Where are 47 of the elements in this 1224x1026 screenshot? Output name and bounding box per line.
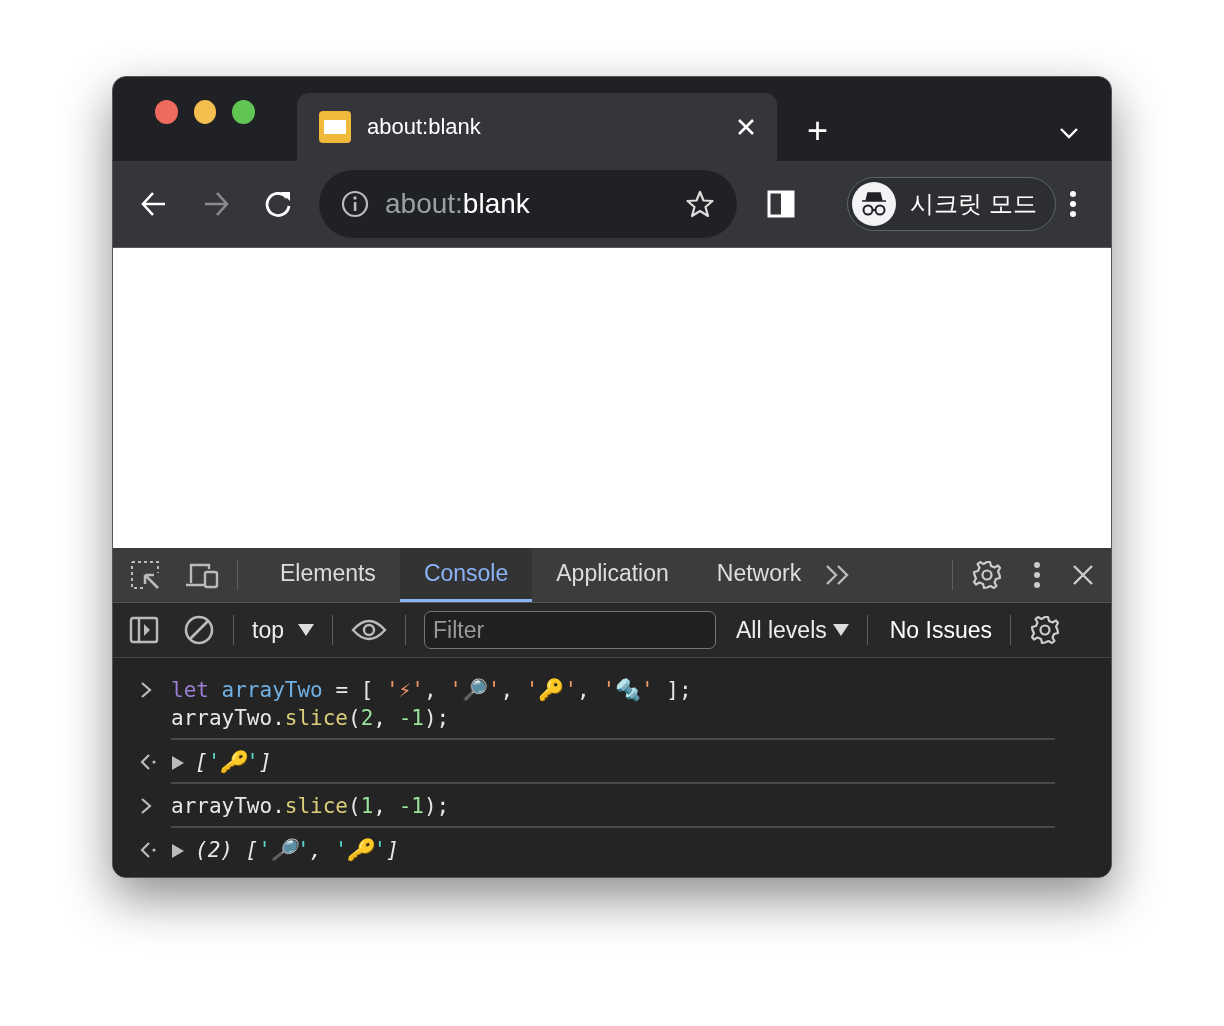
new-tab-button[interactable]: + [807,113,829,149]
window-minimize-button[interactable] [193,100,217,124]
console-result: ['🔑'] [171,748,1055,776]
browser-tab[interactable]: about:blank [297,93,777,161]
sidebar-toggle-button[interactable] [129,615,159,645]
clear-console-button[interactable] [183,614,215,646]
expand-triangle-icon[interactable] [171,755,185,771]
input-prompt-icon [139,680,153,700]
input-prompt-icon [139,796,153,816]
code-line: arrayTwo.slice(1, -1); [171,793,451,820]
page-favicon-icon [319,111,351,143]
devtools-tab[interactable]: Network [692,548,826,602]
result-arrow-icon [139,752,157,772]
reload-button[interactable] [263,189,293,219]
close-tab-button[interactable] [737,118,755,136]
console-result: (2) ['🔎', '🔑'] [171,836,1055,864]
context-dropdown[interactable]: top [252,616,314,644]
devtools-tab[interactable]: Application [532,548,693,602]
dropdown-arrow-icon [298,624,314,636]
customize-devtools-button[interactable] [1033,561,1041,589]
result-arrow-icon [139,840,157,860]
inspect-element-button[interactable] [129,559,161,591]
filter-field[interactable]: Filter [424,611,716,649]
device-toolbar-button[interactable] [185,561,219,589]
window-zoom-button[interactable] [232,100,255,124]
console-settings-button[interactable] [1029,614,1061,646]
side-panel-button[interactable] [767,190,795,218]
dropdown-arrow-icon [832,624,849,636]
settings-button[interactable] [971,559,1003,591]
info-icon [341,190,369,218]
log-levels-dropdown[interactable]: All levels [736,616,849,644]
url-text: about:blank [385,188,531,220]
close-devtools-button[interactable] [1071,563,1095,587]
issues-label: No Issues [889,616,992,644]
devtools-tab[interactable]: Console [399,548,533,602]
devtools-tab[interactable]: Elements [256,548,400,602]
profile-chip[interactable]: 시크릿 모드 [847,177,1056,231]
tab-title: about:blank [367,114,482,140]
menu-button[interactable] [1069,190,1077,218]
expand-triangle-icon[interactable] [171,843,185,859]
code-line: let arrayTwo = [ '⚡', '🔎', '🔑', '🔩' ]; [171,677,693,704]
code-line: arrayTwo.slice(2, -1); [171,705,451,732]
address-bar[interactable]: about:blank [319,170,737,238]
window-close-button[interactable] [155,100,178,124]
star-icon[interactable] [685,189,715,219]
live-expression-button[interactable] [351,618,387,642]
tab-search-button[interactable] [1059,127,1079,139]
